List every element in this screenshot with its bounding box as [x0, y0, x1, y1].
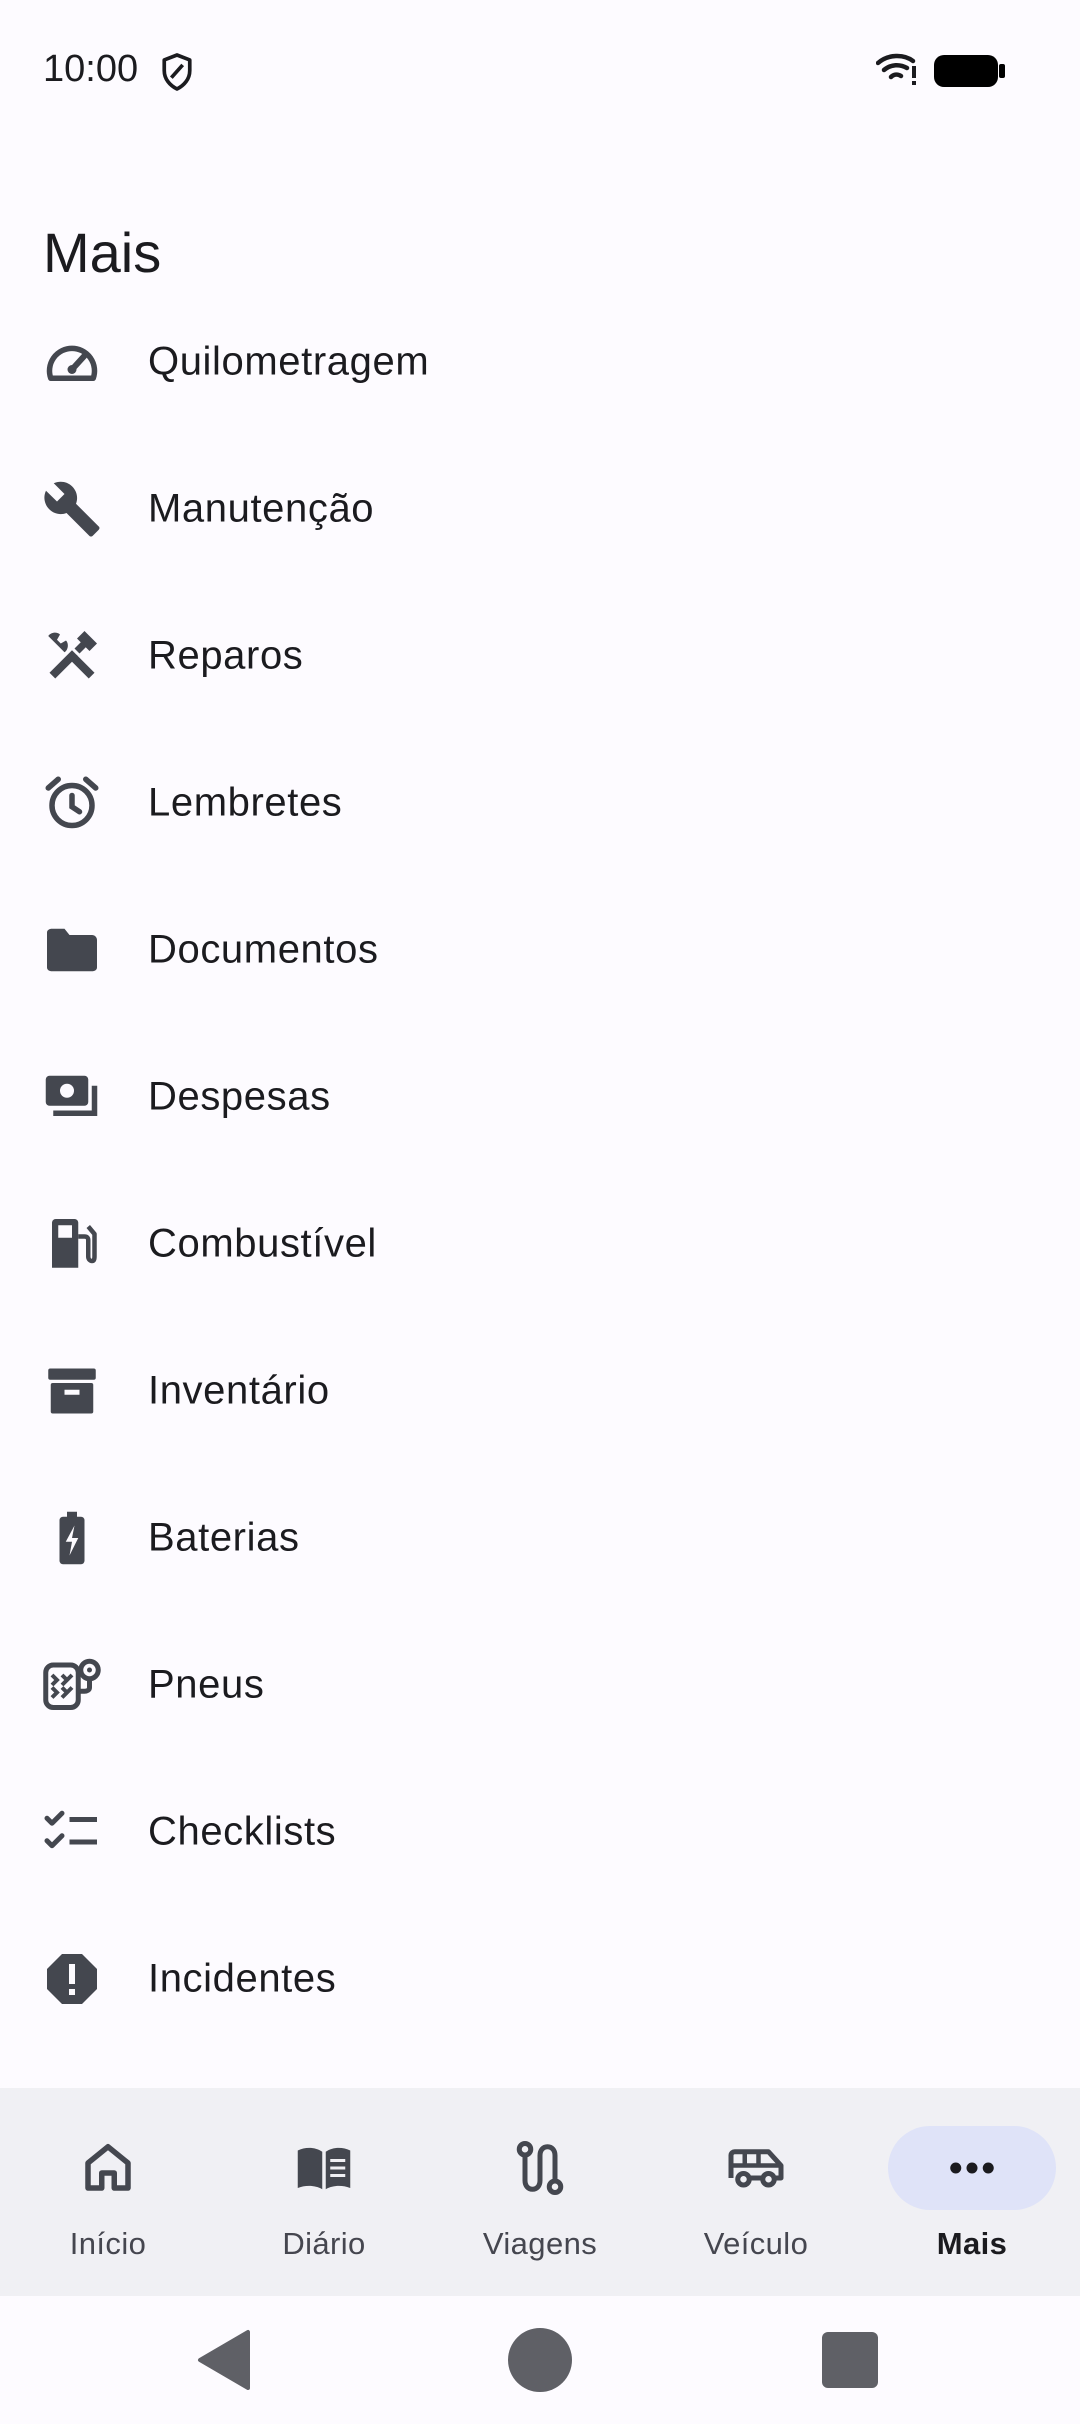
folder-icon — [42, 920, 102, 980]
nav-label: Mais — [936, 2226, 1008, 2261]
wrench-icon — [42, 479, 102, 539]
archive-box-icon — [42, 1361, 102, 1421]
nav-item-mais[interactable]: Mais — [864, 2088, 1080, 2296]
menu-item-label: Quilometragem — [148, 339, 430, 383]
battery-icon — [934, 55, 1005, 87]
more-horizontal-icon — [942, 2138, 1002, 2198]
more-menu-list: Quilometragem Manutenção Reparos Lembret… — [0, 288, 1080, 2052]
alert-octagon-icon — [42, 1949, 102, 2009]
nav-label: Veículo — [703, 2226, 809, 2261]
wifi-icon — [876, 53, 916, 85]
menu-item-quilometragem[interactable]: Quilometragem — [0, 288, 1080, 435]
battery-charging-icon — [42, 1508, 102, 1568]
menu-item-checklists[interactable]: Checklists — [0, 1758, 1080, 1905]
menu-item-manutencao[interactable]: Manutenção — [0, 435, 1080, 582]
menu-item-despesas[interactable]: Despesas — [0, 1023, 1080, 1170]
menu-item-label: Checklists — [148, 1809, 337, 1853]
bottom-navigation: Início Diário Viagens Veículo Mais — [0, 2088, 1080, 2296]
page-title: Mais — [43, 220, 162, 284]
recents-icon[interactable] — [810, 2320, 890, 2400]
checklist-icon — [42, 1802, 102, 1862]
menu-item-label: Combustível — [148, 1221, 377, 1265]
home-icon — [78, 2138, 138, 2198]
payments-icon — [42, 1067, 102, 1127]
menu-item-label: Lembretes — [148, 780, 343, 824]
nav-item-diario[interactable]: Diário — [216, 2088, 432, 2296]
menu-item-lembretes[interactable]: Lembretes — [0, 729, 1080, 876]
route-icon — [510, 2138, 570, 2198]
van-icon — [726, 2138, 786, 2198]
menu-item-label: Documentos — [148, 927, 379, 971]
menu-item-label: Inventário — [148, 1368, 330, 1412]
hammer-wrench-icon — [42, 626, 102, 686]
nav-item-veiculo[interactable]: Veículo — [648, 2088, 864, 2296]
status-bar: 10:00 — [0, 0, 1080, 140]
menu-item-documentos[interactable]: Documentos — [0, 876, 1080, 1023]
back-icon[interactable] — [188, 2320, 268, 2400]
menu-item-baterias[interactable]: Baterias — [0, 1464, 1080, 1611]
nav-item-inicio[interactable]: Início — [0, 2088, 216, 2296]
menu-item-inventario[interactable]: Inventário — [0, 1317, 1080, 1464]
tire-pressure-icon — [42, 1655, 102, 1715]
menu-item-label: Incidentes — [148, 1956, 337, 2000]
nav-item-viagens[interactable]: Viagens — [432, 2088, 648, 2296]
system-navigation-bar — [0, 2296, 1080, 2424]
menu-item-pneus[interactable]: Pneus — [0, 1611, 1080, 1758]
status-time: 10:00 — [43, 48, 139, 90]
menu-item-combustivel[interactable]: Combustível — [0, 1170, 1080, 1317]
home-circle-icon[interactable] — [500, 2320, 580, 2400]
menu-item-label: Despesas — [148, 1074, 331, 1118]
menu-item-label: Manutenção — [148, 486, 375, 530]
shield-icon — [162, 53, 192, 91]
menu-item-label: Reparos — [148, 633, 304, 677]
alarm-icon — [42, 773, 102, 833]
nav-label: Início — [69, 2226, 147, 2261]
menu-item-label: Baterias — [148, 1515, 300, 1559]
nav-label: Viagens — [482, 2226, 598, 2261]
nav-label: Diário — [282, 2226, 366, 2261]
menu-item-reparos[interactable]: Reparos — [0, 582, 1080, 729]
book-icon — [294, 2138, 354, 2198]
menu-item-incidentes[interactable]: Incidentes — [0, 1905, 1080, 2052]
menu-item-label: Pneus — [148, 1662, 265, 1706]
speedometer-icon — [42, 332, 102, 392]
fuel-pump-icon — [42, 1214, 102, 1274]
